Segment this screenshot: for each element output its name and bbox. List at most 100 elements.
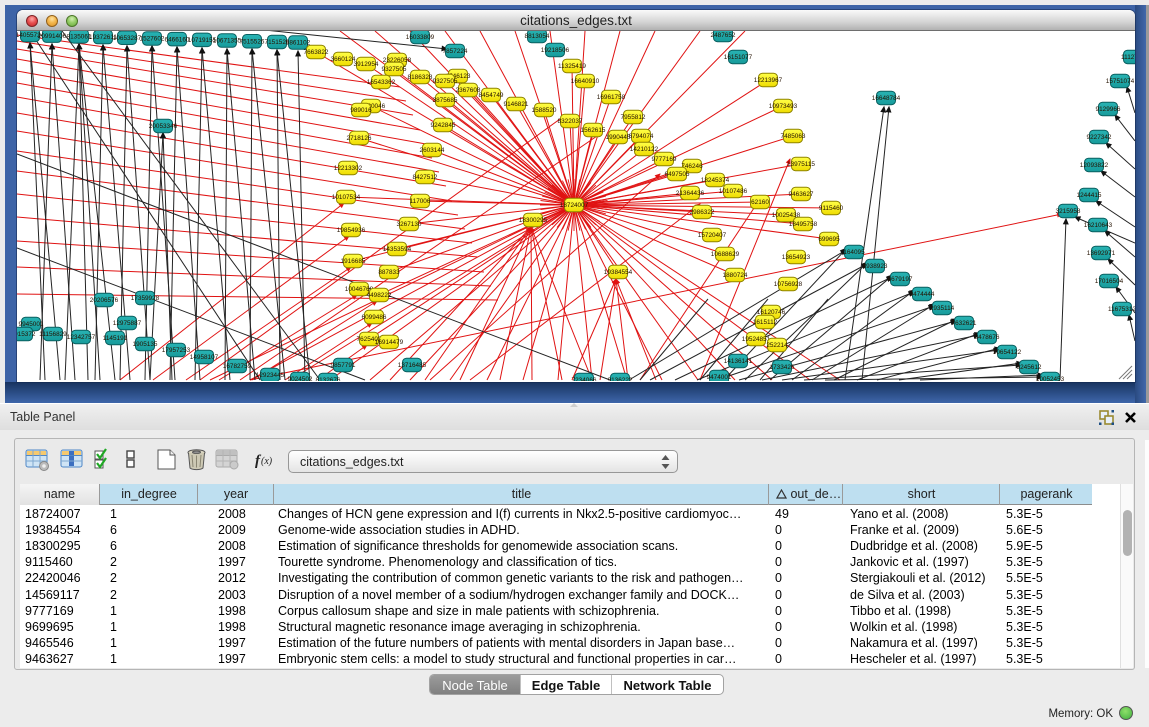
svg-text:18300295: 18300295 — [519, 217, 548, 224]
svg-text:10973493: 10973493 — [769, 103, 798, 110]
svg-text:1112753: 1112753 — [1121, 54, 1135, 61]
svg-text:7663822: 7663822 — [304, 49, 329, 56]
svg-text:1905135: 1905135 — [133, 341, 158, 348]
svg-text:1615112: 1615112 — [753, 319, 778, 326]
svg-text:11675312: 11675312 — [1108, 306, 1135, 313]
svg-text:2603144: 2603144 — [420, 147, 445, 154]
svg-text:10107486: 10107486 — [719, 188, 748, 195]
svg-text:12213302: 12213302 — [334, 165, 363, 172]
svg-text:10654122: 10654122 — [993, 349, 1022, 356]
svg-text:14353594: 14353594 — [383, 246, 412, 253]
svg-text:7632621: 7632621 — [952, 320, 977, 327]
svg-text:11325419: 11325419 — [558, 63, 586, 70]
svg-text:7485063: 7485063 — [781, 133, 806, 140]
svg-text:19384554: 19384554 — [604, 269, 633, 276]
svg-text:10653287: 10653287 — [113, 35, 142, 42]
svg-text:9327505: 9327505 — [382, 66, 407, 73]
svg-text:3875685: 3875685 — [433, 97, 458, 104]
svg-text:17016504: 17016504 — [1095, 278, 1124, 285]
svg-text:17359928: 17359928 — [131, 295, 160, 302]
svg-text:9463627: 9463627 — [789, 191, 814, 198]
svg-text:9242845: 9242845 — [431, 122, 456, 129]
svg-text:10052453: 10052453 — [1036, 376, 1065, 381]
svg-text:10756928: 10756928 — [774, 281, 803, 288]
svg-text:14210122: 14210122 — [630, 146, 659, 153]
svg-text:10688629: 10688629 — [711, 251, 740, 258]
svg-text:6466160: 6466160 — [165, 36, 190, 43]
svg-text:12342757: 12342757 — [67, 334, 96, 341]
svg-text:14136141: 14136141 — [724, 358, 753, 365]
svg-text:6099486: 6099486 — [362, 314, 387, 321]
svg-text:16151077: 16151077 — [724, 54, 753, 61]
svg-text:6794074: 6794074 — [629, 133, 654, 140]
svg-text:9024502: 9024502 — [288, 376, 313, 381]
svg-text:1880724: 1880724 — [723, 272, 748, 279]
svg-text:16648784: 16648784 — [872, 95, 901, 102]
svg-text:9115460: 9115460 — [819, 205, 844, 212]
svg-text:11156829: 11156829 — [39, 331, 67, 338]
svg-text:16640910: 16640910 — [571, 78, 600, 85]
svg-text:13692971: 13692971 — [1087, 250, 1116, 257]
svg-text:8427512: 8427512 — [413, 174, 438, 181]
svg-text:20053346: 20053346 — [149, 123, 178, 130]
svg-text:18245374: 18245374 — [701, 177, 730, 184]
svg-text:8938923: 8938923 — [863, 263, 888, 270]
svg-text:9146821: 9146821 — [504, 101, 529, 108]
svg-text:252214: 252214 — [766, 342, 788, 349]
svg-text:989016: 989016 — [350, 107, 372, 114]
svg-text:9777169: 9777169 — [652, 156, 677, 163]
svg-text:8186328: 8186328 — [408, 74, 433, 81]
svg-text:15720407: 15720407 — [698, 232, 727, 239]
svg-text:16210643: 16210643 — [1084, 222, 1113, 229]
svg-text:14958107: 14958107 — [190, 354, 219, 361]
svg-text:12975887: 12975887 — [113, 320, 142, 327]
svg-text:(x): (x) — [261, 456, 273, 467]
svg-text:3660124: 3660124 — [331, 56, 356, 63]
svg-text:7955812: 7955812 — [621, 114, 646, 121]
svg-text:2986322: 2986322 — [690, 209, 715, 216]
svg-text:13716485: 13716485 — [398, 362, 427, 369]
svg-text:1145191: 1145191 — [103, 335, 128, 342]
svg-text:17957253: 17957253 — [162, 347, 191, 354]
svg-text:16033809: 16033809 — [406, 34, 435, 41]
svg-text:1733426: 1733426 — [770, 364, 795, 371]
svg-text:7515526: 7515526 — [240, 38, 265, 45]
svg-text:1244415: 1244415 — [1077, 192, 1102, 199]
svg-text:12213967: 12213967 — [754, 77, 783, 84]
svg-text:13654923: 13654923 — [782, 254, 811, 261]
svg-text:9857791: 9857791 — [331, 362, 356, 369]
svg-text:19854936: 19854936 — [337, 227, 366, 234]
svg-text:9129966: 9129966 — [1096, 106, 1121, 113]
svg-text:62160: 62160 — [751, 199, 769, 206]
svg-text:8132676: 8132676 — [316, 377, 341, 381]
svg-text:8478676: 8478676 — [975, 334, 1000, 341]
svg-text:18724007: 18724007 — [560, 202, 589, 209]
svg-text:164095: 164095 — [843, 249, 865, 256]
svg-text:2718126: 2718126 — [347, 135, 372, 142]
svg-text:4498222: 4498222 — [367, 292, 392, 299]
svg-text:21364436: 21364436 — [676, 190, 705, 197]
svg-text:3267130: 3267130 — [397, 221, 422, 228]
svg-text:8322037: 8322037 — [558, 118, 583, 125]
svg-text:12093822: 12093822 — [1080, 162, 1109, 169]
svg-text:3215958: 3215958 — [1056, 208, 1081, 215]
svg-text:9474444: 9474444 — [910, 291, 935, 298]
svg-text:10107534: 10107534 — [332, 194, 361, 201]
svg-text:10671355: 10671355 — [213, 38, 242, 45]
svg-text:2487652: 2487652 — [711, 32, 736, 39]
svg-text:2367608: 2367608 — [456, 87, 481, 94]
svg-text:9861102: 9861102 — [286, 40, 311, 47]
svg-text:19218506: 19218506 — [541, 47, 570, 54]
svg-text:16543362: 16543362 — [367, 79, 396, 86]
svg-text:8813054: 8813054 — [525, 33, 550, 40]
svg-text:1990445: 1990445 — [606, 134, 631, 141]
svg-text:9136222: 9136222 — [608, 377, 633, 381]
svg-text:12923445: 12923445 — [256, 372, 285, 379]
svg-text:20991406: 20991406 — [38, 33, 67, 40]
svg-text:699695: 699695 — [818, 236, 840, 243]
svg-text:1916685: 1916685 — [341, 258, 366, 265]
svg-text:7234066: 7234066 — [572, 377, 597, 381]
svg-text:9245612: 9245612 — [1017, 364, 1042, 371]
svg-text:16782759: 16782759 — [223, 363, 252, 370]
svg-text:3915372: 3915372 — [17, 331, 36, 338]
